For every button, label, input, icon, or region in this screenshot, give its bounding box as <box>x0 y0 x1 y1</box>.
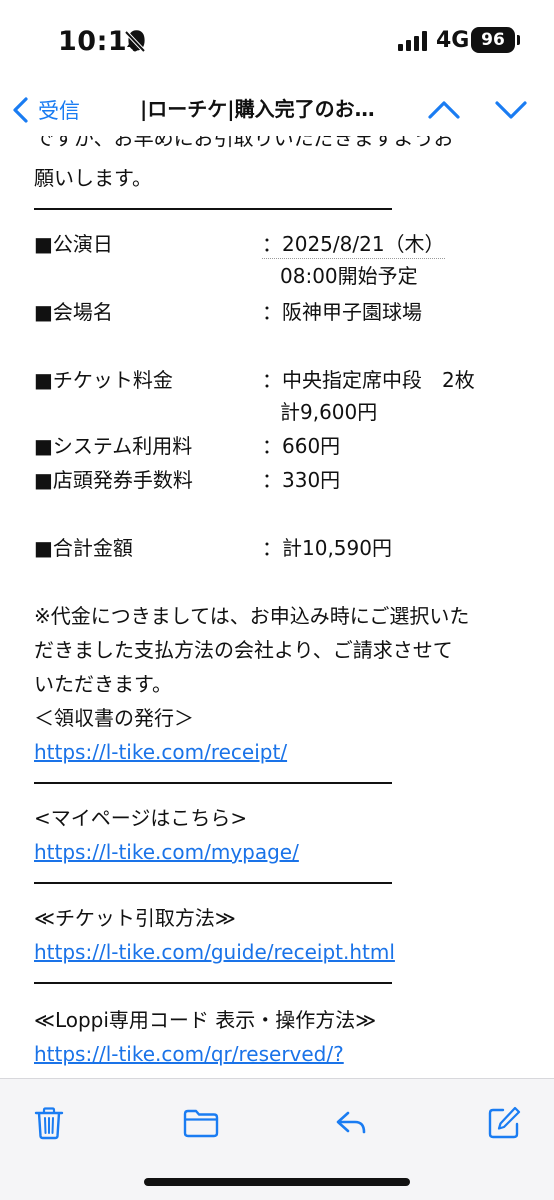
row-value-time: 08:00開始予定 <box>280 264 418 288</box>
payment-note: ※代金につきましては、お申込み時にご選択いた <box>34 604 470 628</box>
status-bar: 10:10 4G 96 <box>0 0 554 84</box>
receipt-link[interactable]: https://l-tike.com/receipt/ <box>34 738 287 766</box>
chevron-up-icon[interactable] <box>423 91 465 129</box>
divider <box>34 982 392 984</box>
loppi-heading: ≪Loppi専用コード 表示・操作方法≫ <box>34 1008 377 1032</box>
row-value-date[interactable]: ：2025/8/21（木） <box>262 230 445 259</box>
nav-bar: 受信 |ローチケ|購入完了のお… <box>0 84 554 136</box>
divider <box>34 782 392 784</box>
row-label-ticket-price: ■チケット料金 <box>34 368 173 392</box>
row-value-venue: ：阪神甲子園球場 <box>262 300 422 324</box>
receipt-heading: ＜領収書の発行＞ <box>34 706 194 730</box>
row-value-ticket-price: ：中央指定席中段 2枚 <box>262 368 475 392</box>
row-label-issue-fee: ■店頭発券手数料 <box>34 468 193 492</box>
divider <box>34 208 392 210</box>
guide-heading: ≪チケット引取方法≫ <box>34 906 236 930</box>
payment-note: いただきます。 <box>34 672 172 696</box>
email-subject-title: |ローチケ|購入完了のお… <box>140 97 375 121</box>
intro-text: ですが、お早めにお引取りいただきますようお <box>34 136 454 150</box>
row-value-ticket-total: 計9,600円 <box>280 400 378 424</box>
mypage-heading: <マイページはこちら> <box>34 806 248 830</box>
network-type: 4G <box>436 28 470 53</box>
row-value-system-fee: ：660円 <box>262 434 341 458</box>
back-button[interactable]: 受信 <box>8 92 80 128</box>
email-body: ですが、お早めにお引取りいただきますようお 願いします。 ■公演日 ：2025/… <box>0 136 554 1078</box>
loppi-link[interactable]: https://l-tike.com/qr/reserved/? <box>34 1040 344 1068</box>
row-label-total: ■合計金額 <box>34 536 133 560</box>
compose-icon[interactable] <box>486 1105 522 1141</box>
row-label-system-fee: ■システム利用料 <box>34 434 193 458</box>
back-label: 受信 <box>38 99 80 123</box>
guide-link[interactable]: https://l-tike.com/guide/receipt.html <box>34 938 395 966</box>
row-label-venue: ■会場名 <box>34 300 113 324</box>
battery-nub <box>517 35 520 45</box>
intro-text: 願いします。 <box>34 166 152 190</box>
row-label-date: ■公演日 <box>34 232 113 256</box>
divider <box>34 882 392 884</box>
reply-icon[interactable] <box>333 1105 369 1141</box>
chevron-down-icon[interactable] <box>490 91 532 129</box>
chevron-left-icon <box>13 97 28 123</box>
payment-note: だきました支払方法の会社より、ご請求させて <box>34 638 453 662</box>
signal-icon <box>398 31 427 51</box>
trash-icon[interactable] <box>31 1105 67 1141</box>
battery-indicator: 96 <box>471 27 515 53</box>
folder-icon[interactable] <box>182 1105 220 1141</box>
row-value-total: ：計10,590円 <box>262 536 392 560</box>
home-indicator[interactable] <box>144 1178 410 1186</box>
mypage-link[interactable]: https://l-tike.com/mypage/ <box>34 838 299 866</box>
row-value-issue-fee: ：330円 <box>262 468 341 492</box>
bell-slash-icon <box>124 30 146 53</box>
